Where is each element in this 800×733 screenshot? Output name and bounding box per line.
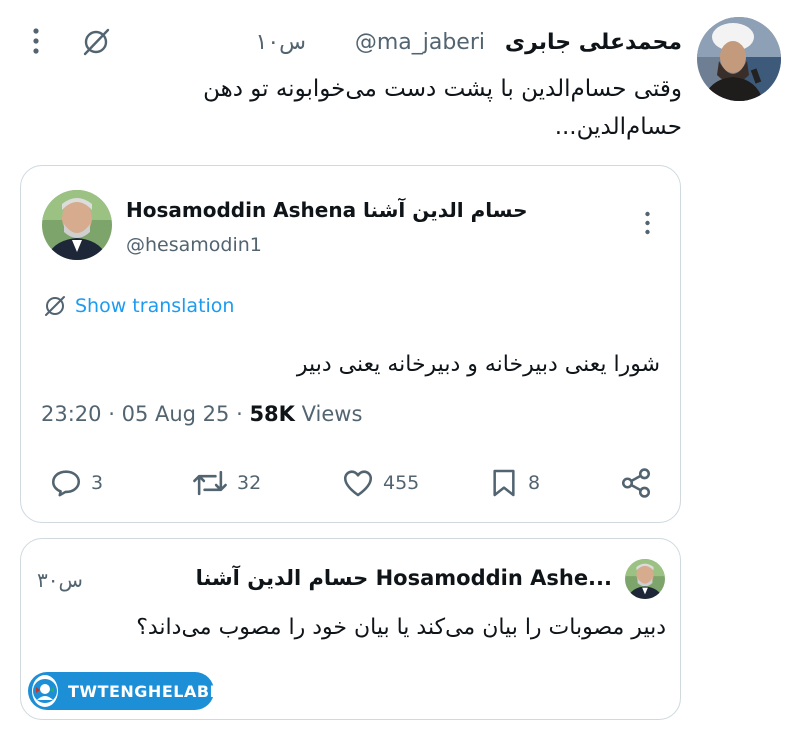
views-label: Views (301, 402, 363, 426)
reply-count: 3 (91, 472, 104, 494)
reply-author-name[interactable]: حسام الدین آشنا Hosamoddin Ashe... (196, 566, 612, 590)
bookmark-count: 8 (528, 472, 541, 494)
views-count: 58K (249, 402, 295, 426)
reply-tweet-time[interactable]: ۳۰س (37, 568, 83, 592)
main-tweet-time[interactable]: ۱۰س (256, 30, 307, 55)
quoted-author-name[interactable]: Hosamoddin Ashena حسام الدین آشنا (126, 198, 528, 222)
retweet-icon (193, 470, 227, 496)
reply-tweet-text: دبیر مصوبات را بیان می‌کند یا بیان خود ر… (136, 615, 666, 640)
main-author-handle[interactable]: @ma_jaberi (355, 30, 485, 55)
quoted-tweet-time[interactable]: 23:20 (41, 402, 102, 426)
main-author-avatar[interactable] (697, 17, 781, 101)
quoted-author-handle[interactable]: @hesamodin1 (126, 234, 262, 256)
translate-icon (45, 296, 65, 316)
quoted-tweet-card[interactable]: Hosamoddin Ashena حسام الدین آشنا @hesam… (20, 165, 681, 523)
watermark-label: TWTENGHELABI (68, 681, 216, 701)
like-button[interactable]: 455 (341, 466, 419, 500)
meta-separator: · (108, 402, 122, 426)
channel-logo-icon (32, 675, 58, 707)
watermark-badge: TWTENGHELABI (28, 672, 216, 710)
reply-icon (51, 470, 81, 497)
retweet-count: 32 (237, 472, 262, 494)
quoted-tweet-date[interactable]: 05 Aug 25 (122, 402, 230, 426)
more-options-icon[interactable] (26, 24, 46, 58)
main-author-name[interactable]: محمدعلی جابری (505, 30, 682, 55)
reply-button[interactable]: 3 (49, 466, 103, 500)
bookmark-icon (493, 469, 515, 497)
quoted-tweet-meta: 23:20 · 05 Aug 25 · 58K Views (41, 402, 362, 426)
quoted-author-avatar[interactable] (42, 190, 112, 260)
grok-icon[interactable] (80, 26, 112, 58)
show-translation-link[interactable]: Show translation (43, 294, 234, 318)
show-translation-label[interactable]: Show translation (75, 295, 234, 317)
main-tweet-text: وقتی حسام‌الدین با پشت دست می‌خوابونه تو… (203, 76, 682, 140)
meta-separator: · (236, 402, 250, 426)
quoted-tweet-text: شورا یعنی دبیرخانه و دبیرخانه یعنی دبیر (296, 352, 660, 377)
like-count: 455 (383, 472, 420, 494)
share-button[interactable] (619, 466, 653, 500)
heart-icon (343, 470, 373, 497)
reply-author-avatar[interactable] (625, 559, 665, 599)
bookmark-button[interactable]: 8 (488, 466, 540, 500)
quoted-more-options-icon[interactable] (638, 208, 656, 238)
retweet-button[interactable]: 32 (191, 466, 261, 500)
share-icon (621, 468, 651, 498)
